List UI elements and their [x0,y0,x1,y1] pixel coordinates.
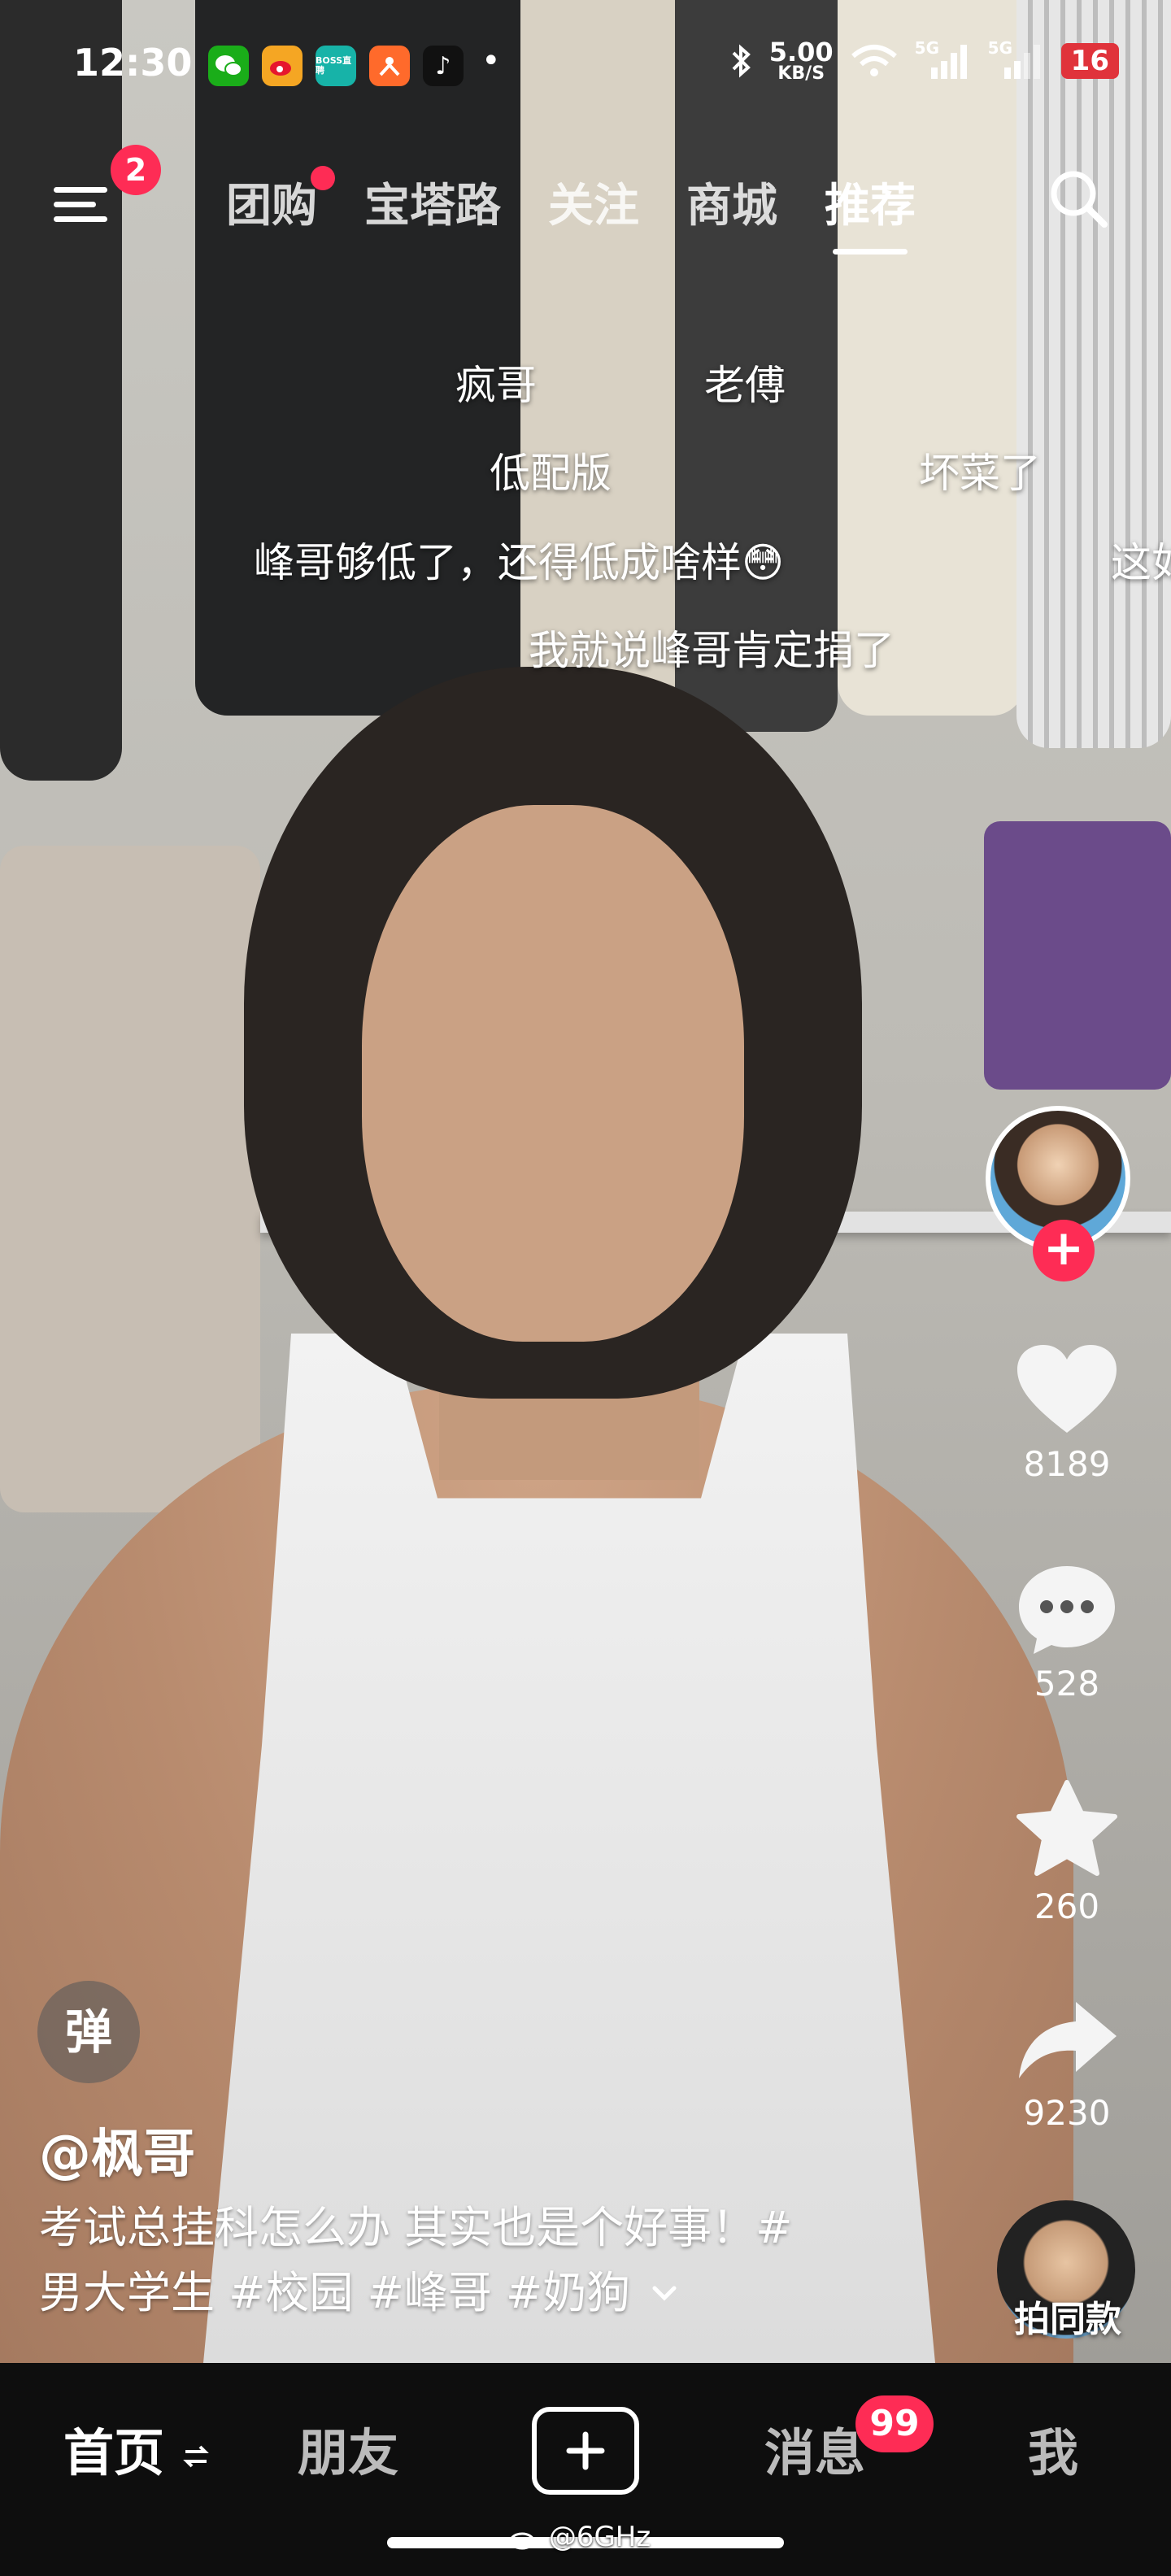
danmaku-comment: 低配版 [490,450,612,497]
tab-me[interactable]: 我 [1028,2412,1078,2485]
messages-badge: 99 [855,2395,934,2452]
app-orange-icon [369,46,410,86]
chevron-down-icon[interactable] [646,2275,682,2311]
share-button[interactable]: 9230 [986,1997,1148,2133]
tab-label: 关注 [548,180,639,233]
heart-icon [1017,1345,1117,1433]
favorite-button[interactable]: 260 [986,1779,1148,1926]
danmaku-comment: 这如 [1111,539,1171,586]
menu-icon[interactable] [54,179,112,228]
notification-icons: BOSS直聘 ♪ [208,46,464,86]
caption-line-tags: 男大学生 #校园 #峰哥 #奶狗 [39,2261,868,2326]
caption-hashtags: 男大学生 #校园 #峰哥 #奶狗 [39,2267,631,2318]
same-style-button[interactable]: 拍同款 [997,2200,1143,2340]
tab-label: 推荐 [825,180,916,233]
danmaku-comment: 疯哥 [455,362,537,409]
tab-messages-label: 消息 [764,2423,866,2482]
danmaku-comment: 峰哥够低了，还得低成啥样😳 [254,539,785,586]
speed-unit: KB/S [777,63,825,84]
comment-icon [1019,1566,1115,1654]
wechat-icon [208,46,249,86]
comment-button[interactable]: 528 [986,1561,1148,1704]
tab-messages[interactable]: 消息 [764,2412,865,2485]
battery-level: 16 [1060,43,1119,79]
watermark: @6GHz [507,2521,651,2553]
tab-me-label: 我 [1028,2423,1079,2482]
tab-friends[interactable]: 朋友 [298,2412,398,2485]
video-caption[interactable]: 考试总挂科怎么办 其实也是个好事！# 男大学生 #校园 #峰哥 #奶狗 [39,2195,868,2326]
network-type-label: 5G [914,38,940,58]
weibo-icon [262,46,303,86]
network-type-label: 5G [987,38,1013,58]
tab-mall[interactable]: 商城 [686,169,777,235]
signal-5g-2: 5G [987,38,1045,80]
tab-home-label: 首页 [63,2423,165,2482]
active-tab-indicator [833,249,908,255]
danmaku-toggle-button[interactable]: 弹 [37,1981,140,2083]
boss-zhipin-icon: BOSS直聘 [316,46,356,86]
share-arrow-icon [1019,2002,1117,2078]
follow-button[interactable]: + [1033,1220,1095,1281]
tab-new-dot [311,166,335,190]
network-speed: 5.00 KB/S [769,39,834,83]
swap-icon [182,2445,209,2468]
purple-cloth [984,821,1171,1090]
caption-line: 考试总挂科怎么办 其实也是个好事！# [39,2202,793,2253]
tab-label: 宝塔路 [364,180,501,233]
tab-label: 团购 [226,180,317,233]
like-button[interactable]: 8189 [986,1342,1148,1484]
tab-following[interactable]: 关注 [548,169,639,235]
danmaku-comment: 我就说峰哥肯定捐了 [529,627,895,674]
status-indicators: 5.00 KB/S 5G 5G 16 [729,38,1119,83]
star-icon [1016,1780,1117,1876]
danmaku-comment: 坏菜了 [919,450,1041,497]
tab-recommend[interactable]: 推荐 [825,169,916,255]
tab-local[interactable]: 宝塔路 [364,169,501,235]
speed-value: 5.00 [768,37,834,67]
menu-badge: 2 [111,145,161,195]
weibo-logo-icon [509,2532,535,2549]
tab-label: 商城 [686,180,777,233]
wifi-icon [851,45,897,76]
person-face [362,805,744,1342]
danmaku-comment: 老傅 [704,362,786,409]
tab-group-buy[interactable]: 团购 [226,166,335,235]
author-name[interactable]: @枫哥 [39,2113,195,2187]
status-time: 12:30 [73,41,193,85]
watermark-text: @6GHz [548,2521,651,2553]
share-count: 9230 [1023,2093,1111,2133]
favorite-count: 260 [1034,1886,1100,1926]
tab-friends-label: 朋友 [298,2423,399,2482]
signal-5g-1: 5G [914,38,972,80]
folded-coat [0,846,260,1512]
more-notifications-dot: • [481,42,501,80]
same-style-label: 拍同款 [1014,2299,1121,2340]
like-count: 8189 [1023,1444,1111,1484]
status-bar: 12:30 BOSS直聘 ♪ • 5.00 KB/S 5G 5G 16 [0,0,1171,133]
search-icon[interactable] [1046,166,1111,231]
tiktok-icon: ♪ [423,46,464,86]
bluetooth-icon [732,44,751,78]
tab-home[interactable]: 首页 [63,2412,210,2485]
comment-count: 528 [1034,1664,1100,1704]
plus-icon [566,2431,605,2470]
create-video-button[interactable] [532,2407,639,2495]
feed-tabs: 团购 宝塔路 关注 商城 推荐 [226,166,916,255]
